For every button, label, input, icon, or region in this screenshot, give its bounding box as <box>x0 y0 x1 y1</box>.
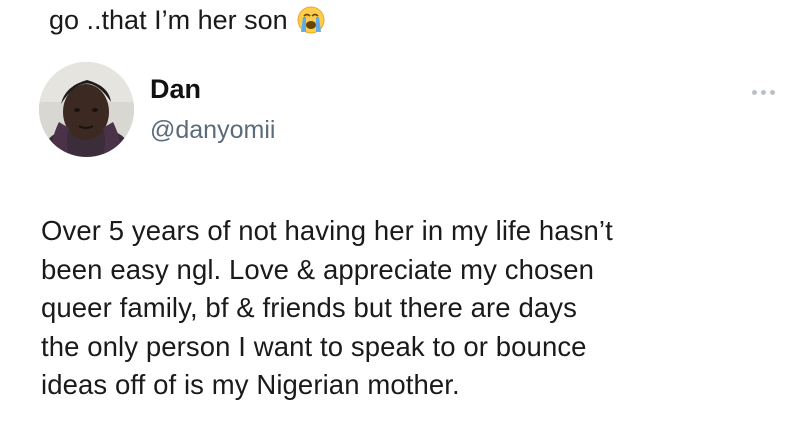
more-options-icon[interactable] <box>752 84 788 100</box>
avatar-photo <box>39 62 134 157</box>
more-dot <box>752 89 757 95</box>
tweet-body-line: Over 5 years of not having her in my lif… <box>41 215 613 246</box>
more-dot <box>761 89 766 95</box>
user-info[interactable]: Dan @danyomii <box>150 72 275 146</box>
previous-tweet-text: go ..that I’m her son <box>49 3 326 37</box>
previous-tweet-text-tail: go ..that I’m her son <box>49 5 288 35</box>
display-name[interactable]: Dan <box>150 72 275 106</box>
tweet-body-line: ideas off of is my Nigerian mother. <box>41 369 460 400</box>
tweet-body: Over 5 years of not having her in my lif… <box>41 212 786 405</box>
tweet-body-line: been easy ngl. Love & appreciate my chos… <box>41 253 595 285</box>
tweet-body-line: queer family, bf & friends but there are… <box>41 292 577 323</box>
tweet-body-line: the only person I want to speak to or bo… <box>41 330 587 362</box>
user-handle[interactable]: @danyomii <box>150 114 275 146</box>
avatar[interactable] <box>39 62 134 157</box>
loudly-crying-face-icon <box>297 6 325 34</box>
more-dot <box>770 89 775 95</box>
